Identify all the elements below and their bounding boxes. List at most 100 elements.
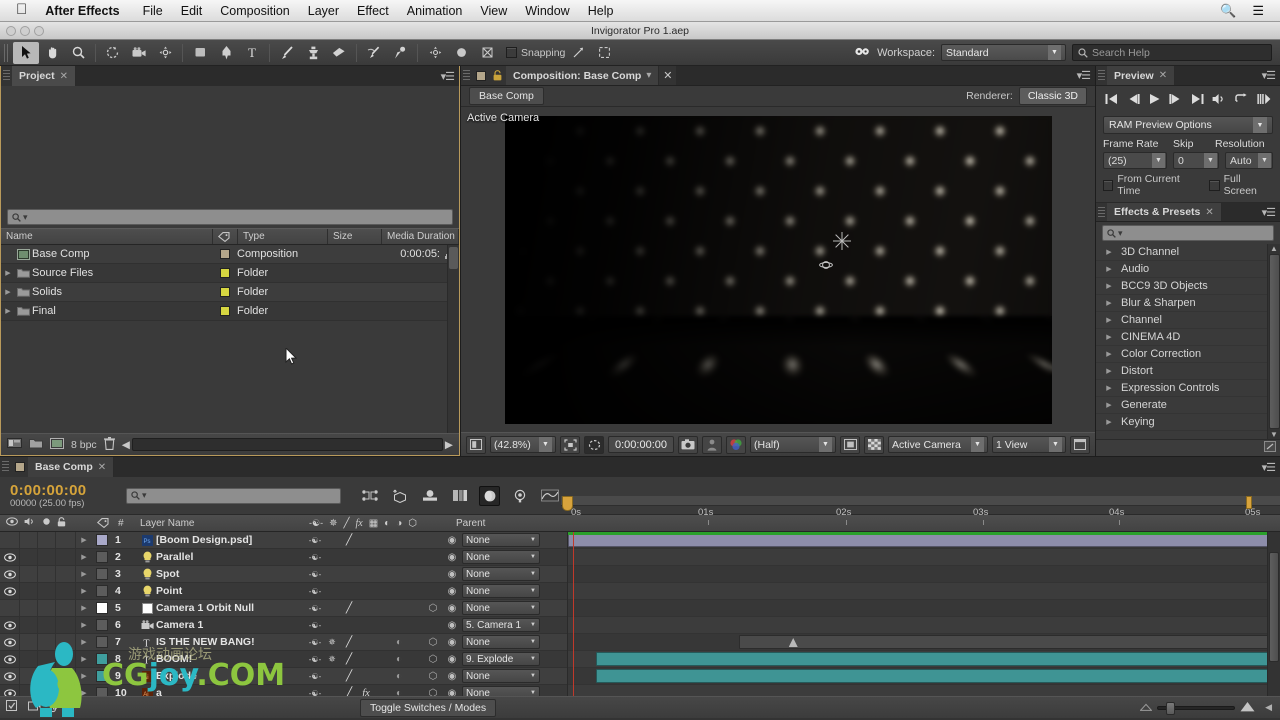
tab-project[interactable]: Project ✕ [12, 66, 76, 86]
layer-name[interactable]: Spot [156, 568, 306, 580]
three-d-switch[interactable] [424, 617, 442, 633]
hand-tool[interactable] [39, 42, 65, 64]
axis-mode-view-icon[interactable] [474, 42, 500, 64]
snapping-control[interactable]: Snapping [506, 47, 565, 59]
timeline-track-row[interactable] [568, 600, 1280, 617]
panel-menu-icon[interactable]: ▾☰ [1262, 461, 1276, 474]
snapping-arrow-icon[interactable] [565, 42, 591, 64]
shy-switch[interactable]: -☯- [306, 685, 324, 697]
effects-switch[interactable] [358, 617, 374, 633]
parent-pickwhip-icon[interactable]: ◉ [442, 685, 462, 697]
lock-toggle[interactable] [56, 566, 76, 582]
eraser-tool[interactable] [326, 42, 352, 64]
parent-pickwhip-icon[interactable]: ◉ [442, 634, 462, 650]
composition-viewer[interactable]: Active Camera [461, 107, 1095, 432]
layer-name[interactable]: Camera 1 [156, 619, 306, 631]
list-icon[interactable]: ☰ [1244, 3, 1272, 19]
type-tool[interactable]: T [239, 42, 265, 64]
layer-label-swatch[interactable] [92, 532, 112, 548]
parent-pickwhip-icon[interactable]: ◉ [442, 600, 462, 616]
layer-label-swatch[interactable] [92, 634, 112, 650]
effects-switch[interactable] [358, 532, 374, 548]
menu-layer[interactable]: Layer [299, 4, 348, 18]
twisty-icon[interactable]: ▶ [1102, 333, 1116, 341]
menu-view[interactable]: View [471, 4, 516, 18]
quality-switch[interactable]: ╱ [340, 668, 358, 684]
loop-button[interactable] [1234, 93, 1248, 105]
breadcrumb[interactable]: Base Comp [469, 87, 544, 105]
motion-blur-switch[interactable] [390, 617, 408, 633]
audio-button[interactable] [1212, 93, 1226, 105]
quality-switch[interactable]: ╱ [340, 600, 358, 616]
twisty-icon[interactable]: ▶ [1102, 367, 1116, 375]
solo-toggle[interactable] [38, 634, 56, 650]
column-name[interactable]: Name [1, 229, 213, 244]
audio-toggle[interactable] [20, 566, 38, 582]
twisty-icon[interactable]: ▶ [76, 651, 92, 667]
collapse-switch[interactable] [324, 617, 340, 633]
search-icon[interactable]: 🔍 [1212, 3, 1244, 19]
toggle-switches-modes-button[interactable]: Toggle Switches / Modes [360, 698, 497, 717]
parent-pickwhip-icon[interactable]: ◉ [442, 583, 462, 599]
frame-blend-switch[interactable] [374, 668, 390, 684]
column-type[interactable]: Type [238, 229, 328, 244]
axis-gear-icon[interactable] [854, 45, 871, 61]
effects-switch[interactable] [358, 651, 374, 667]
menu-window[interactable]: Window [516, 4, 578, 18]
play-button[interactable] [1148, 93, 1161, 105]
panel-menu-icon[interactable]: ▾☰ [1077, 69, 1091, 82]
scroll-left-icon[interactable]: ◀ [1263, 702, 1274, 713]
effects-switch[interactable] [358, 549, 374, 565]
live-update-icon[interactable] [28, 700, 41, 716]
new-folder-icon[interactable] [29, 438, 43, 452]
shy-switch[interactable]: -☯- [306, 600, 324, 616]
motion-blur-switch[interactable]: ◐ [390, 668, 408, 684]
menu-app-name[interactable]: After Effects [41, 4, 133, 18]
bounding-box-icon[interactable] [591, 42, 617, 64]
effect-category-blur-sharpen[interactable]: ▶ Blur & Sharpen [1096, 295, 1280, 312]
twisty-icon[interactable]: ▶ [76, 583, 92, 599]
layer-label-swatch[interactable] [92, 583, 112, 599]
region-of-interest-icon[interactable] [560, 435, 580, 454]
toggle-mask-icon[interactable] [584, 435, 604, 454]
adjustment-switch[interactable] [408, 600, 424, 616]
layer-duration-bar[interactable] [568, 533, 1280, 547]
quality-switch[interactable]: ╱ [340, 685, 358, 696]
collapse-switch[interactable] [324, 549, 340, 565]
three-d-switch[interactable] [424, 549, 442, 565]
timeline-layer-row[interactable]: ▶ 7 T IS THE NEW BANG! -☯- ✵ ╱ ◐ ⬡ ◉ None ▼ [0, 634, 567, 651]
effects-switch[interactable] [358, 600, 374, 616]
frame-blend-switch[interactable] [374, 549, 390, 565]
timeline-track-row[interactable] [568, 566, 1280, 583]
solo-toggle[interactable] [38, 549, 56, 565]
first-frame-button[interactable] [1105, 93, 1118, 105]
project-vertical-scrollbar[interactable] [447, 245, 459, 433]
lock-toggle[interactable] [56, 600, 76, 616]
twisty-icon[interactable]: ▶ [1102, 248, 1116, 256]
comp-flowchart-icon[interactable] [1070, 435, 1090, 454]
parent-select[interactable]: 5. Camera 1 ▼ [462, 618, 540, 632]
video-toggle[interactable] [0, 549, 20, 565]
frame-blend-switch[interactable] [374, 566, 390, 582]
twisty-icon[interactable]: ▶ [76, 549, 92, 565]
layer-name[interactable]: Parallel [156, 551, 306, 563]
audio-toggle[interactable] [20, 532, 38, 548]
scroll-down-icon[interactable]: ▼ [1270, 430, 1278, 439]
panel-grip[interactable] [2, 461, 9, 473]
effect-category-distort[interactable]: ▶ Distort [1096, 363, 1280, 380]
lock-toggle[interactable] [56, 549, 76, 565]
zoom-out-icon[interactable] [1139, 702, 1153, 714]
timeline-layer-row[interactable]: ▶ 2 Parallel -☯- ◉ None ▼ [0, 549, 567, 566]
solo-toggle[interactable] [38, 600, 56, 616]
panel-menu-icon[interactable]: ▾☰ [441, 70, 455, 83]
adjustment-switch[interactable] [408, 651, 424, 667]
effects-switch[interactable] [358, 634, 374, 650]
twisty-icon[interactable]: ▶ [1, 269, 15, 277]
video-toggle[interactable] [0, 668, 20, 684]
video-toggle[interactable] [0, 566, 20, 582]
timeline-layer-row[interactable]: ▶ 5 Camera 1 Orbit Null -☯- ╱ ⬡ ◉ None ▼ [0, 600, 567, 617]
show-snapshot-icon[interactable] [702, 435, 722, 454]
three-d-switch[interactable]: ⬡ [424, 600, 442, 616]
resolution-select[interactable]: (Half) ▼ [750, 436, 836, 453]
parent-pickwhip-icon[interactable]: ◉ [442, 566, 462, 582]
